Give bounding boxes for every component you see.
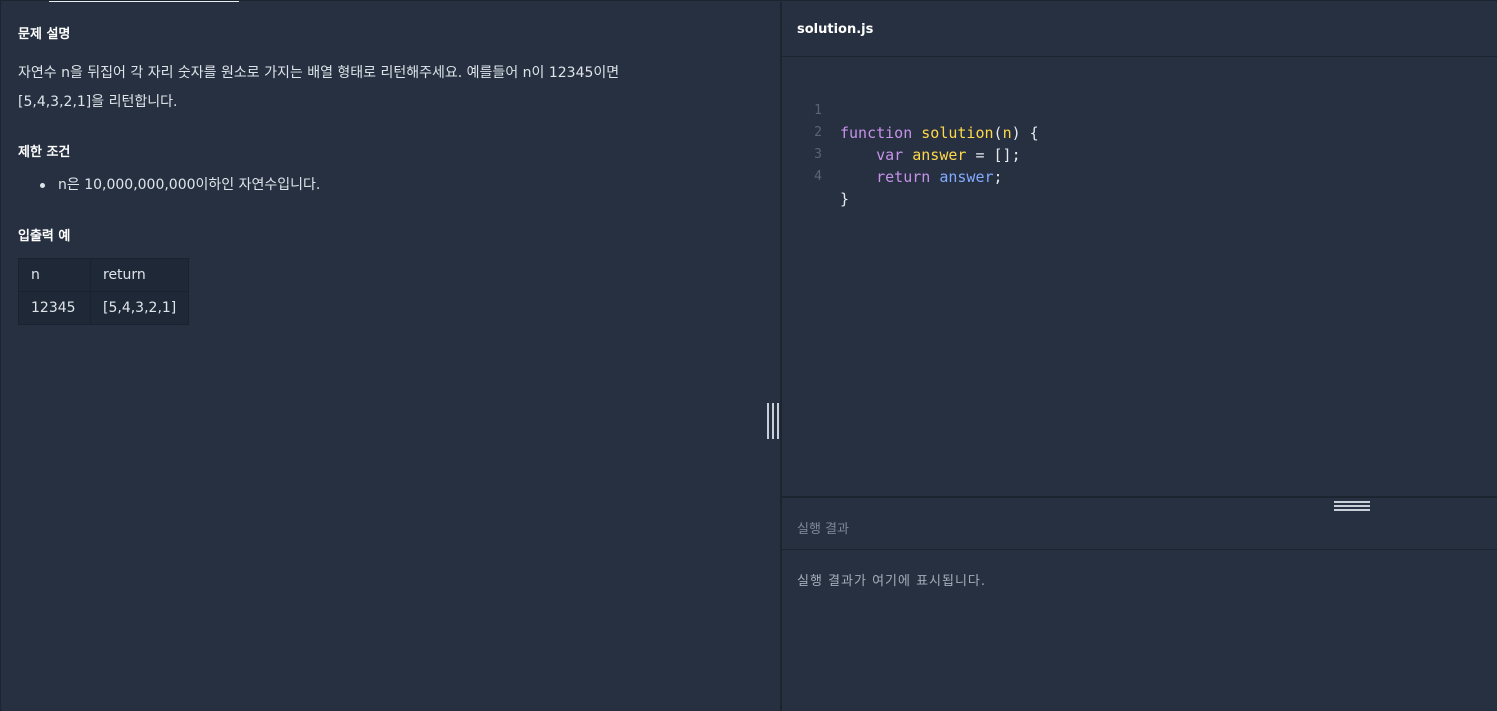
- table-header-row: n return: [18, 258, 190, 292]
- vertical-resize-handle[interactable]: [767, 403, 779, 439]
- code-line[interactable]: 3 return answer;: [782, 122, 1002, 186]
- line-number: 4: [814, 169, 822, 184]
- description-line-1: 자연수 n을 뒤집어 각 자리 숫자를 원소로 가지는 배열 형태로 리턴해주세…: [18, 65, 620, 81]
- punctuation-token: ;: [993, 168, 1003, 186]
- punctuation-token: = [];: [966, 146, 1021, 164]
- variable-token: answer: [939, 168, 994, 186]
- description-title: 문제 설명: [18, 27, 71, 42]
- punctuation-token: ) {: [1011, 124, 1039, 142]
- variable-token: answer: [912, 146, 967, 164]
- file-header: solution.js: [782, 2, 1497, 57]
- constraints-title: 제한 조건: [18, 145, 71, 160]
- table-row: 12345 [5,4,3,2,1]: [18, 291, 190, 325]
- parameter-token: n: [1002, 124, 1012, 142]
- punctuation-token: (: [993, 124, 1003, 142]
- app-window: 문제 설명 자연수 n을 뒤집어 각 자리 숫자를 원소로 가지는 배열 형태로…: [0, 0, 1497, 711]
- punctuation-token: }: [840, 190, 850, 208]
- description-line-2: [5,4,3,2,1]을 리턴합니다.: [18, 94, 178, 110]
- column-header-return: return: [89, 258, 190, 292]
- constraints-list: n은 10,000,000,000이하인 자연수입니다.: [18, 173, 320, 197]
- code-editor[interactable]: 1 function solution(n) { 2 var answer = …: [782, 58, 1497, 496]
- constraint-text: n은 10,000,000,000이하인 자연수입니다.: [58, 177, 321, 193]
- table-cell-n: 12345: [18, 291, 91, 325]
- keyword-token: return: [876, 168, 931, 186]
- io-example-title: 입출력 예: [18, 229, 71, 244]
- result-output: 실행 결과가 여기에 표시됩니다.: [797, 574, 987, 589]
- file-name-tab[interactable]: solution.js: [797, 22, 873, 37]
- editor-panel: solution.js 1 function solution(n) { 2 v…: [782, 2, 1497, 711]
- code-line[interactable]: 1 function solution(n) {: [782, 78, 1039, 142]
- constraint-item: n은 10,000,000,000이하인 자연수입니다.: [18, 173, 320, 197]
- io-example-table: n return 12345 [5,4,3,2,1]: [18, 258, 190, 325]
- function-name-token: solution: [921, 124, 994, 142]
- problem-description: 자연수 n을 뒤집어 각 자리 숫자를 원소로 가지는 배열 형태로 리턴해주세…: [18, 59, 718, 117]
- result-header: [782, 498, 1497, 550]
- code-line[interactable]: 2 var answer = [];: [782, 100, 1020, 164]
- result-title: 실행 결과: [797, 522, 849, 537]
- keyword-token: var: [876, 146, 904, 164]
- code-line[interactable]: 4 }: [782, 144, 854, 208]
- bullet-icon: [40, 183, 45, 188]
- table-cell-return: [5,4,3,2,1]: [89, 291, 190, 325]
- column-header-n: n: [18, 258, 91, 292]
